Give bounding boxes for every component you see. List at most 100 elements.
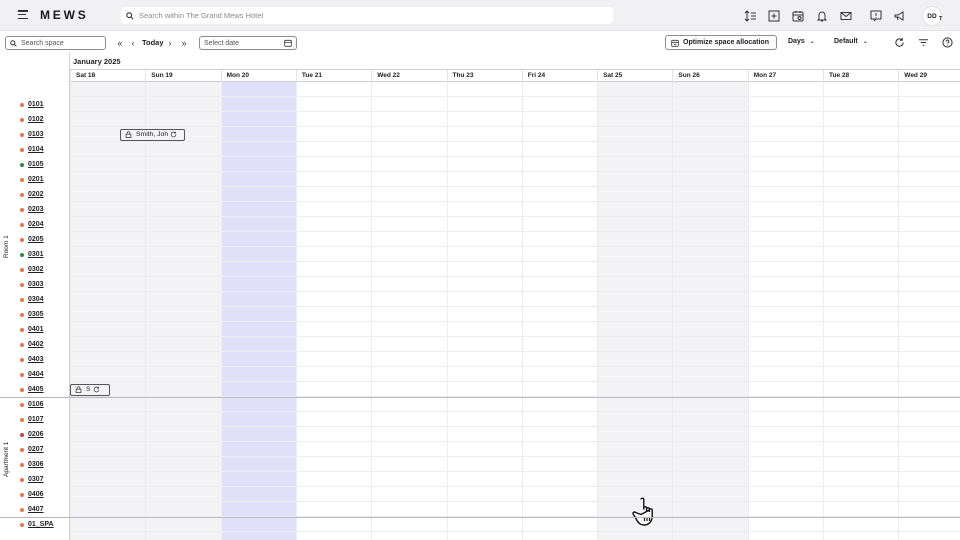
space-item[interactable]: 0101 xyxy=(20,97,44,112)
table-row[interactable] xyxy=(70,322,960,337)
table-row[interactable] xyxy=(70,97,960,112)
select-date-input[interactable]: Select date xyxy=(199,36,297,50)
table-row[interactable] xyxy=(70,412,960,427)
space-item[interactable]: 0207 xyxy=(20,442,44,457)
timeline-grid[interactable]: Smith, Joh S xyxy=(70,82,960,540)
table-row[interactable] xyxy=(70,202,960,217)
optimize-space-allocation-button[interactable]: Optimize space allocation xyxy=(665,35,777,50)
space-item[interactable]: 0305 xyxy=(20,307,44,322)
space-item[interactable]: 0403 xyxy=(20,352,44,367)
space-number[interactable]: 0104 xyxy=(28,146,44,153)
space-number[interactable]: 0402 xyxy=(28,341,44,348)
space-number[interactable]: 0403 xyxy=(28,356,44,363)
table-row[interactable] xyxy=(70,502,960,517)
space-item[interactable]: 0201 xyxy=(20,172,44,187)
space-number[interactable]: 0303 xyxy=(28,281,44,288)
space-number[interactable]: 0103 xyxy=(28,131,44,138)
first-page-icon[interactable]: « xyxy=(114,36,126,49)
calendar-icon[interactable] xyxy=(788,6,807,25)
space-number[interactable]: 0105 xyxy=(28,161,44,168)
space-item[interactable]: 0301 xyxy=(20,247,44,262)
space-number[interactable]: 0305 xyxy=(28,311,44,318)
table-row[interactable] xyxy=(70,292,960,307)
space-item[interactable]: 0306 xyxy=(20,457,44,472)
global-search-input[interactable]: Search within The Grand Mews Hotel xyxy=(121,7,613,24)
previous-icon[interactable]: ‹ xyxy=(128,36,138,49)
space-item[interactable]: 0203 xyxy=(20,202,44,217)
reservation-block[interactable]: S xyxy=(70,383,110,396)
space-item[interactable]: 0107 xyxy=(20,412,44,427)
space-number[interactable]: 0401 xyxy=(28,326,44,333)
space-item[interactable]: 0206 xyxy=(20,427,44,442)
table-row[interactable] xyxy=(70,382,960,397)
space-item[interactable]: 01_SPA xyxy=(20,517,54,532)
space-number[interactable]: 0404 xyxy=(28,371,44,378)
megaphone-icon[interactable] xyxy=(890,6,909,25)
space-number[interactable]: 0202 xyxy=(28,191,44,198)
filter-icon[interactable] xyxy=(918,37,929,48)
table-row[interactable] xyxy=(70,277,960,292)
table-row[interactable] xyxy=(70,217,960,232)
space-number[interactable]: 0307 xyxy=(28,476,44,483)
space-item[interactable]: 0402 xyxy=(20,337,44,352)
table-row[interactable] xyxy=(70,487,960,502)
refresh-icon[interactable] xyxy=(894,37,905,48)
space-number[interactable]: 0106 xyxy=(28,401,44,408)
space-item[interactable]: 0205 xyxy=(20,232,44,247)
space-number[interactable]: 0101 xyxy=(28,101,44,108)
add-icon[interactable] xyxy=(764,6,783,25)
today-button[interactable]: Today xyxy=(142,38,164,47)
space-item[interactable]: 0307 xyxy=(20,472,44,487)
space-item[interactable]: 0302 xyxy=(20,262,44,277)
space-number[interactable]: 0407 xyxy=(28,506,44,513)
bell-icon[interactable] xyxy=(812,6,831,25)
space-item[interactable]: 0106 xyxy=(20,397,44,412)
space-item[interactable]: 0102 xyxy=(20,112,44,127)
help-chat-icon[interactable] xyxy=(866,6,885,25)
table-row[interactable] xyxy=(70,187,960,202)
space-number[interactable]: 0102 xyxy=(28,116,44,123)
space-number[interactable]: 0205 xyxy=(28,236,44,243)
last-page-icon[interactable]: » xyxy=(178,36,190,49)
space-item[interactable]: 0406 xyxy=(20,487,44,502)
space-number[interactable]: 0206 xyxy=(28,431,44,438)
table-row[interactable] xyxy=(70,157,960,172)
space-number[interactable]: 0107 xyxy=(28,416,44,423)
space-item[interactable]: 0405 xyxy=(20,382,44,397)
space-number[interactable]: 0405 xyxy=(28,386,44,393)
space-item[interactable]: 0401 xyxy=(20,322,44,337)
space-number[interactable]: 0406 xyxy=(28,491,44,498)
help-icon[interactable] xyxy=(942,37,953,48)
space-item[interactable]: 0103 xyxy=(20,127,44,142)
space-number[interactable]: 0306 xyxy=(28,461,44,468)
table-row[interactable] xyxy=(70,112,960,127)
table-row[interactable] xyxy=(70,262,960,277)
space-number[interactable]: 0301 xyxy=(28,251,44,258)
space-item[interactable]: 0202 xyxy=(20,187,44,202)
app-logo[interactable]: MEWS xyxy=(40,8,89,22)
table-row[interactable] xyxy=(70,352,960,367)
table-row[interactable] xyxy=(70,127,960,142)
space-number[interactable]: 0207 xyxy=(28,446,44,453)
space-item[interactable]: 0105 xyxy=(20,157,44,172)
table-row[interactable] xyxy=(70,172,960,187)
space-number[interactable]: 0203 xyxy=(28,206,44,213)
hamburger-menu-icon[interactable] xyxy=(18,10,28,20)
space-number[interactable]: 0304 xyxy=(28,296,44,303)
table-row[interactable] xyxy=(70,442,960,457)
space-item[interactable]: 0204 xyxy=(20,217,44,232)
table-row[interactable] xyxy=(70,397,960,412)
space-number[interactable]: 0201 xyxy=(28,176,44,183)
table-row[interactable] xyxy=(70,307,960,322)
search-space-input[interactable]: Search space xyxy=(5,36,106,50)
table-row[interactable] xyxy=(70,427,960,442)
table-row[interactable] xyxy=(70,517,960,532)
table-row[interactable] xyxy=(70,457,960,472)
view-mode-dropdown[interactable]: Days ⌄ xyxy=(788,38,815,45)
space-item[interactable]: 0304 xyxy=(20,292,44,307)
space-number[interactable]: 01_SPA xyxy=(28,521,54,528)
sort-icon[interactable] xyxy=(740,6,759,25)
space-item[interactable]: 0104 xyxy=(20,142,44,157)
table-row[interactable] xyxy=(70,232,960,247)
space-item[interactable]: 0404 xyxy=(20,367,44,382)
